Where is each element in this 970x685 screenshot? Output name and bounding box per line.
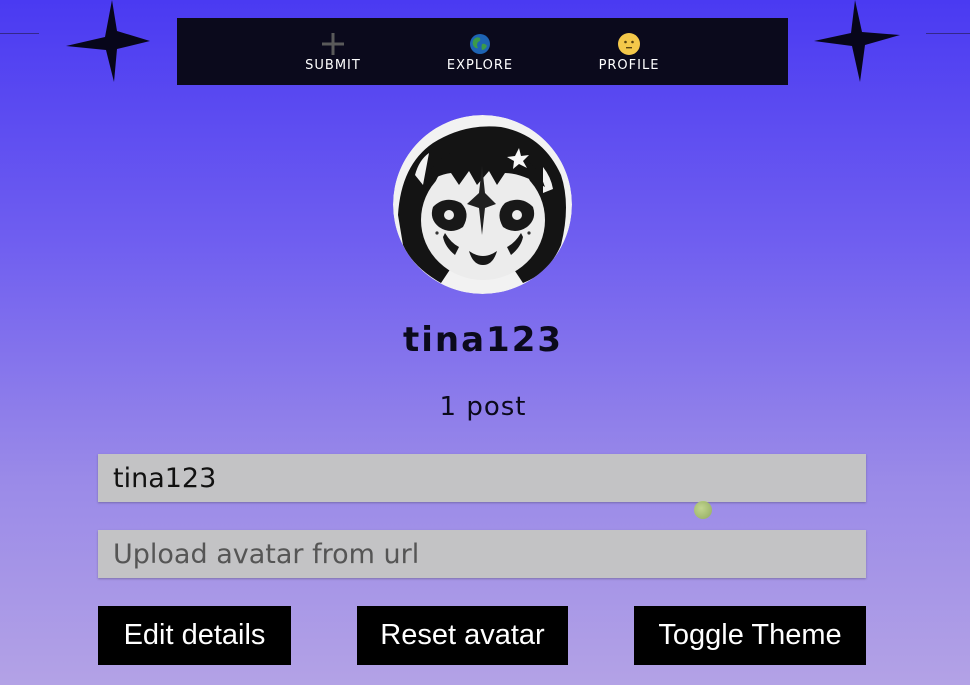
nav-profile[interactable]: PROFILE bbox=[574, 18, 684, 85]
edit-details-button[interactable]: Edit details bbox=[98, 606, 291, 665]
decorative-line-left bbox=[0, 33, 39, 34]
sparkle-icon-left bbox=[66, 0, 150, 82]
decorative-line-right bbox=[926, 33, 970, 34]
profile-username: tina123 bbox=[402, 320, 564, 360]
sparkle-icon-right bbox=[814, 0, 900, 82]
nav-explore[interactable]: EXPLORE bbox=[425, 18, 535, 85]
username-field[interactable] bbox=[98, 454, 866, 502]
nav-submit-label: SUBMIT bbox=[305, 58, 361, 73]
cursor-dot bbox=[694, 501, 712, 519]
post-count: 1 post bbox=[439, 392, 527, 422]
toggle-theme-button[interactable]: Toggle Theme bbox=[634, 606, 866, 665]
nav-submit[interactable]: SUBMIT bbox=[278, 18, 388, 85]
smiley-icon bbox=[618, 33, 640, 55]
avatar bbox=[393, 115, 572, 294]
globe-icon bbox=[470, 34, 490, 54]
avatar-url-field[interactable] bbox=[98, 530, 866, 578]
reset-avatar-button[interactable]: Reset avatar bbox=[357, 606, 568, 665]
nav-profile-label: PROFILE bbox=[598, 58, 660, 73]
top-nav-bar: SUBMIT EXPLORE PROFILE bbox=[177, 18, 788, 85]
plus-icon bbox=[322, 33, 344, 55]
nav-explore-label: EXPLORE bbox=[446, 58, 514, 73]
